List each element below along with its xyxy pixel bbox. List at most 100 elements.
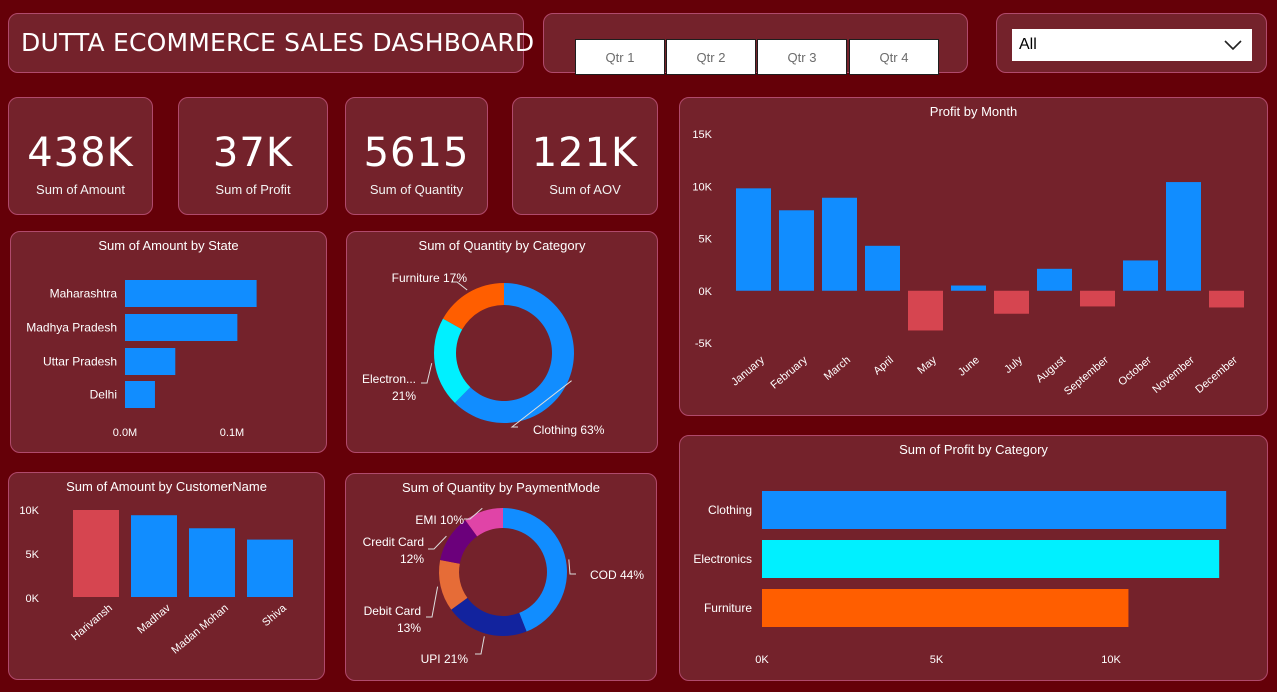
slice-label: EMI 10% (415, 513, 464, 527)
slice-label: Clothing 63% (533, 423, 605, 437)
state-bar (125, 280, 257, 307)
customer-bar (131, 515, 177, 597)
x-tick-label: 5K (930, 654, 944, 666)
x-tick-label: September (1062, 354, 1111, 398)
x-tick-label: December (1193, 354, 1240, 396)
leader-line (421, 363, 433, 384)
leader-line (426, 586, 439, 618)
x-tick-label: February (768, 354, 810, 392)
x-tick-label: November (1150, 354, 1197, 396)
slice-label: Furniture 17% (392, 271, 468, 285)
slice-label: UPI 21% (421, 652, 469, 666)
qtr3-button[interactable]: Qtr 3 (757, 39, 847, 75)
month-bar (1037, 268, 1072, 291)
customer-chart-card: Sum of Amount by CustomerName 10K 5K 0K Har… (8, 472, 325, 680)
customer-bar-chart: 10K 5K 0K Harivansh MadhavMadan Mohan Shiva (19, 505, 293, 657)
month-bar (1209, 290, 1244, 308)
x-tick-label: April (871, 354, 896, 377)
month-bar (865, 245, 900, 291)
x-tick-label: March (822, 354, 853, 383)
month-bar (908, 290, 943, 331)
x-tick-label: October (1116, 354, 1154, 389)
profit-category-chart: Clothing Electronics Furniture 0K 5K 10K (693, 491, 1227, 666)
x-tick-label: June (956, 354, 982, 379)
profit-month-card: Profit by Month 15K 10K 5K 0K -5K January Febr… (679, 97, 1268, 416)
kpi-label: Sum of Profit (215, 182, 291, 197)
kpi-quantity: 5615 Sum of Quantity (345, 97, 488, 215)
x-tick-label: Madan Mohan (169, 602, 231, 656)
x-tick-label: 10K (1101, 654, 1121, 666)
payment-donut-card: Sum of Quantity by PaymentMode COD 44% UP… (345, 473, 657, 681)
x-tick-label: Madhav (135, 602, 173, 637)
y-tick-label: 10K (692, 181, 712, 193)
profit-category-card: Sum of Profit by Category Clothing Electr… (679, 435, 1268, 681)
x-tick-label: Shiva (260, 602, 289, 629)
donut-slice (503, 508, 567, 632)
month-bar (736, 188, 771, 291)
slice-label: Electron... (362, 372, 416, 386)
y-tick-label: 5K (26, 549, 40, 561)
state-bar-chart: Maharashtra Madhya Pradesh Uttar Pradesh De… (26, 280, 257, 439)
state-bar (125, 381, 155, 408)
month-bar (951, 285, 986, 291)
profit-category-bar (762, 540, 1220, 578)
x-tick-label: January (729, 354, 767, 389)
kpi-profit: 37K Sum of Profit (178, 97, 328, 215)
kpi-value: 438K (27, 130, 134, 176)
bar-label: Maharashtra (50, 287, 118, 301)
kpi-value: 5615 (363, 130, 470, 176)
y-tick-label: 15K (692, 129, 712, 141)
leader-line (475, 636, 485, 655)
x-tick-label: 0K (755, 654, 769, 666)
bar-label: Delhi (90, 388, 117, 402)
y-tick-label: 10K (19, 505, 39, 517)
slice-label: 13% (397, 621, 421, 635)
slice-label: Debit Card (364, 604, 421, 618)
qtr4-button[interactable]: Qtr 4 (849, 39, 939, 75)
kpi-value: 121K (531, 130, 639, 176)
x-tick-label: 0.1M (220, 427, 244, 439)
category-donut-chart: Clothing 63% Electron... 21% Furniture 17% (362, 271, 605, 437)
state-bar (125, 348, 176, 375)
month-bar (1123, 260, 1158, 291)
month-bar (1080, 290, 1115, 307)
profit-month-chart: 15K 10K 5K 0K -5K January February March April Ma… (692, 129, 1244, 398)
y-tick-label: 0K (699, 286, 713, 298)
month-bar (994, 290, 1029, 314)
bar-label: Madhya Pradesh (26, 321, 117, 335)
month-bar (822, 197, 857, 291)
bar-label: Furniture (704, 601, 752, 615)
state-slicer: All (996, 13, 1267, 73)
month-bar (1166, 182, 1201, 291)
kpi-amount: 438K Sum of Amount (8, 97, 153, 215)
profit-category-bar (762, 589, 1129, 627)
page-title: DUTTA ECOMMERCE SALES DASHBOARD (21, 28, 535, 57)
slice-label: 12% (400, 552, 424, 566)
kpi-label: Sum of AOV (549, 182, 621, 197)
bar-label: Electronics (693, 552, 752, 566)
payment-donut-chart: COD 44% UPI 21% Debit Card 13% Credit Card 12… (363, 507, 644, 666)
donut-slice (434, 318, 471, 403)
x-tick-label: July (1002, 354, 1025, 376)
donut-slice (451, 597, 527, 636)
state-chart-card: Sum of Amount by State Maharashtra Madhya… (10, 231, 327, 453)
bar-label: Clothing (708, 503, 752, 517)
kpi-aov: 121K Sum of AOV (512, 97, 658, 215)
x-tick-label: 0.0M (113, 427, 137, 439)
qtr2-button[interactable]: Qtr 2 (666, 39, 756, 75)
chevron-down-icon (1224, 40, 1242, 51)
category-donut-card: Sum of Quantity by Category Clothing 63%… (346, 231, 658, 453)
slice-label: Credit Card (363, 535, 424, 549)
customer-bar (73, 510, 119, 597)
kpi-label: Sum of Quantity (369, 182, 464, 197)
title-card: DUTTA ECOMMERCE SALES DASHBOARD (8, 13, 534, 73)
donut-slice (443, 283, 504, 330)
y-tick-label: -5K (695, 338, 713, 350)
quarter-slicer: Qtr 1 Qtr 2 Qtr 3 Qtr 4 (543, 13, 968, 75)
qtr1-button[interactable]: Qtr 1 (575, 39, 665, 75)
kpi-value: 37K (212, 130, 294, 176)
leader-line (428, 535, 447, 550)
y-tick-label: 5K (699, 234, 713, 246)
kpi-label: Sum of Amount (36, 182, 125, 197)
state-dropdown[interactable]: All (1012, 29, 1252, 61)
